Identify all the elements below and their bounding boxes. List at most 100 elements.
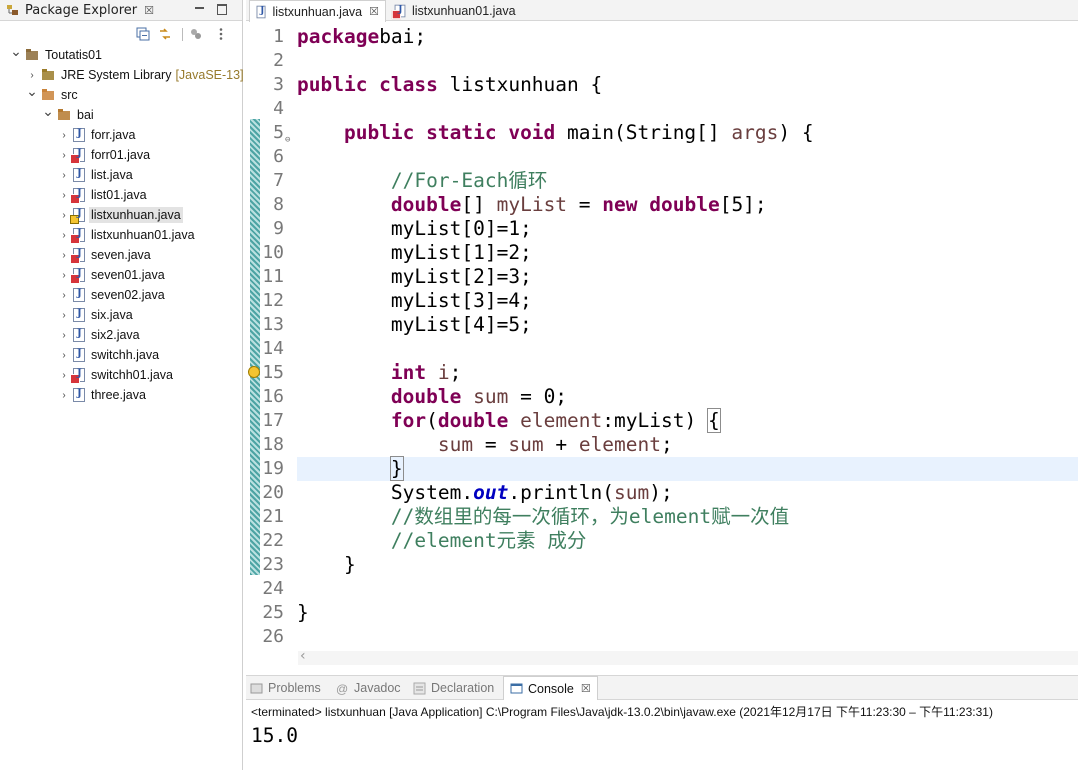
chevron-right-icon[interactable]: › <box>58 330 70 341</box>
chevron-right-icon[interactable]: › <box>58 230 70 241</box>
java-file-icon <box>73 388 85 402</box>
tree-item[interactable]: › six2.java <box>0 325 140 345</box>
code-line[interactable]: 3 public class listxunhuan { <box>246 73 1078 97</box>
chevron-down-icon[interactable]: ⌄ <box>26 83 38 100</box>
maximize-button[interactable] <box>215 2 229 16</box>
code-line[interactable]: 2 <box>246 49 1078 73</box>
tree-item[interactable]: › forr01.java <box>0 145 150 165</box>
code-line[interactable]: 19 } <box>262 456 1078 481</box>
code-line[interactable]: 22 //element元素 成分 <box>246 529 1078 553</box>
console-icon <box>510 683 523 694</box>
chevron-right-icon[interactable]: › <box>58 350 70 361</box>
tree-item[interactable]: › listxunhuan.java <box>0 205 183 225</box>
tree-item[interactable]: › seven.java <box>0 245 151 265</box>
horizontal-scrollbar[interactable] <box>298 648 1078 665</box>
code-token: //element元素 成分 <box>390 529 587 552</box>
tree-item[interactable]: ⌄ Toutatis01 <box>0 43 102 65</box>
tab-package-explorer[interactable]: Package Explorer ☒ <box>0 0 154 21</box>
chevron-right-icon[interactable]: › <box>58 130 70 141</box>
code-token: ( <box>426 409 438 432</box>
code-line[interactable]: 11 myList[2]=3; <box>246 265 1078 289</box>
chevron-right-icon[interactable]: › <box>58 170 70 181</box>
code-line[interactable]: 12 myList[3]=4; <box>246 289 1078 313</box>
code-token: [] <box>461 193 497 216</box>
chevron-down-icon[interactable]: ⌄ <box>42 103 54 120</box>
tab-declaration[interactable]: Declaration <box>413 676 494 700</box>
warning-marker-icon[interactable] <box>248 366 260 378</box>
chevron-right-icon[interactable]: › <box>26 70 38 81</box>
chevron-right-icon[interactable]: › <box>58 190 70 201</box>
tree-item[interactable]: › forr.java <box>0 125 135 145</box>
code-line[interactable]: 8 double[] myList = new double[5]; <box>246 193 1078 217</box>
package-explorer-view: Package Explorer ☒ ⌄ Toutatis01 › JRE Syste… <box>0 0 244 770</box>
link-with-editor-icon[interactable] <box>158 27 172 41</box>
code-line[interactable]: 16 double sum = 0; <box>246 385 1078 409</box>
collapse-all-icon[interactable] <box>136 27 150 41</box>
code-line[interactable]: 25} <box>246 601 1078 625</box>
code-line[interactable]: 21 //数组里的每一次循环，为element赋一次值 <box>246 505 1078 529</box>
tree-item[interactable]: › list01.java <box>0 185 147 205</box>
chevron-right-icon[interactable]: › <box>58 210 70 221</box>
code-line[interactable]: 6 <box>246 145 1078 169</box>
tree-item[interactable]: › listxunhuan01.java <box>0 225 195 245</box>
chevron-right-icon[interactable]: › <box>58 370 70 381</box>
code-line[interactable]: 26 <box>246 625 1078 649</box>
tab-label: Console <box>528 681 574 696</box>
tab-console[interactable]: Console ☒ <box>503 676 598 700</box>
tree-item[interactable]: › three.java <box>0 385 146 405</box>
chevron-down-icon[interactable]: ⌄ <box>10 43 22 60</box>
code-line[interactable]: 23 } <box>246 553 1078 577</box>
code-token: { <box>706 408 721 433</box>
tree-item[interactable]: › switchh.java <box>0 345 159 365</box>
tab-problems[interactable]: Problems <box>250 676 321 700</box>
filters-icon[interactable] <box>189 27 203 41</box>
code-line[interactable]: 15 int i; <box>246 361 1078 385</box>
code-token: out <box>473 481 509 504</box>
close-icon[interactable]: ☒ <box>581 682 591 695</box>
view-menu-icon[interactable] <box>214 27 228 41</box>
chevron-right-icon[interactable]: › <box>58 390 70 401</box>
close-icon[interactable]: ☒ <box>369 5 379 18</box>
tree-item[interactable]: ⌄ src <box>0 83 78 105</box>
java-file-error-icon <box>70 268 85 284</box>
code-area[interactable]: 1 packagebai; 2 3 public class listxunhuan {… <box>246 25 1078 649</box>
tree-item[interactable]: ⌄ bai <box>0 103 94 125</box>
tab-listxunhuan[interactable]: listxunhuan.java ☒ <box>249 0 386 22</box>
tree-item[interactable]: › seven01.java <box>0 265 165 285</box>
code-line[interactable]: 1 packagebai; <box>246 25 1078 49</box>
tree-item[interactable]: › seven02.java <box>0 285 165 305</box>
code-line[interactable]: 24 <box>246 577 1078 601</box>
toolbar-separator <box>182 28 183 41</box>
code-line[interactable]: 10 myList[1]=2; <box>246 241 1078 265</box>
tab-javadoc[interactable]: @ Javadoc <box>336 676 401 700</box>
code-line[interactable]: 9 myList[0]=1; <box>246 217 1078 241</box>
code-line[interactable]: 17 for(double element:myList) { <box>246 408 1078 433</box>
java-file-error-icon <box>70 248 85 264</box>
tab-listxunhuan01[interactable]: listxunhuan01.java <box>388 0 522 22</box>
code-token: sum <box>614 481 650 504</box>
java-file-error-icon <box>70 188 85 204</box>
minimize-button[interactable] <box>193 2 207 16</box>
chevron-right-icon[interactable]: › <box>58 290 70 301</box>
code-text: } <box>297 456 404 481</box>
tree-item[interactable]: › list.java <box>0 165 133 185</box>
code-line[interactable]: 18 sum = sum + element; <box>246 433 1078 457</box>
tree-item[interactable]: › six.java <box>0 305 133 325</box>
close-icon[interactable]: ☒ <box>144 4 154 17</box>
java-file-icon <box>73 348 85 362</box>
code-token: bai; <box>379 25 427 48</box>
chevron-right-icon[interactable]: › <box>58 310 70 321</box>
code-line[interactable]: 4 <box>246 97 1078 121</box>
code-line[interactable]: 14 <box>246 337 1078 361</box>
chevron-right-icon[interactable]: › <box>58 150 70 161</box>
tree-item-label: forr.java <box>91 128 136 142</box>
code-line[interactable]: 5 public static void main(String[] args)… <box>246 121 1078 145</box>
chevron-right-icon[interactable]: › <box>58 270 70 281</box>
chevron-right-icon[interactable]: › <box>58 250 70 261</box>
tree-item[interactable]: › switchh01.java <box>0 365 173 385</box>
code-line[interactable]: 13 myList[4]=5; <box>246 313 1078 337</box>
code-token: //数组里的每一次循环，为element赋一次值 <box>390 505 790 528</box>
code-line[interactable]: 7 //For-Each循环 <box>246 169 1078 193</box>
code-line[interactable]: 20 System.out.println(sum); <box>246 481 1078 505</box>
